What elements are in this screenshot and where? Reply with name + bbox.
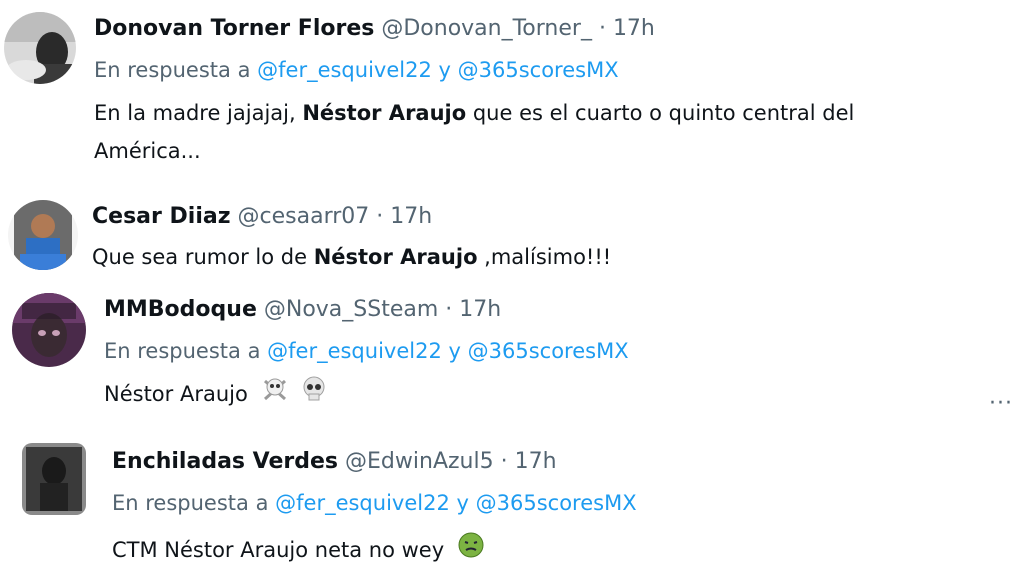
nauseated-face-icon (457, 531, 485, 571)
avatar[interactable] (8, 200, 78, 270)
tweet-text: Que sea rumor lo de Néstor Araujo ,malís… (92, 238, 611, 276)
author-name[interactable]: Enchiladas Verdes (112, 449, 338, 474)
bold-text: Néstor Araujo (313, 245, 478, 269)
tweet-text: En la madre jajajaj, Néstor Araujo que e… (94, 94, 854, 132)
text-segment: CTM Néstor Araujo neta no wey (112, 538, 445, 562)
skull-icon (301, 376, 327, 414)
author-handle[interactable]: @cesaarr07 (238, 204, 370, 229)
tweet-header: Cesar Diiaz @cesaarr07 · 17h (92, 204, 432, 229)
reply-and: y (448, 339, 461, 363)
tweet-text: CTM Néstor Araujo neta no wey (112, 531, 485, 571)
author-name[interactable]: MMBodoque (104, 297, 257, 322)
reply-context: En respuesta a @fer_esquivel22 y @365sco… (104, 339, 629, 363)
reply-prefix: En respuesta a (112, 491, 269, 515)
tweet-header: Enchiladas Verdes @EdwinAzul5 · 17h (112, 449, 557, 474)
tweet-text-line2: América... (94, 139, 201, 163)
avatar-image (22, 443, 86, 515)
avatar[interactable] (12, 293, 86, 367)
mention-link[interactable]: @fer_esquivel22 (267, 339, 442, 363)
avatar[interactable] (22, 443, 86, 515)
reply-prefix: En respuesta a (104, 339, 261, 363)
mention-link[interactable]: @365scoresMX (468, 339, 629, 363)
reply-context: En respuesta a @fer_esquivel22 y @365sco… (94, 58, 619, 82)
avatar-image (12, 293, 86, 367)
mention-link[interactable]: @365scoresMX (476, 491, 637, 515)
tweet-header: Donovan Torner Flores @Donovan_Torner_ ·… (94, 16, 655, 41)
avatar[interactable] (4, 12, 76, 84)
author-handle[interactable]: @Nova_SSteam (264, 297, 438, 322)
text-segment: Néstor Araujo (104, 382, 248, 406)
author-handle[interactable]: @EdwinAzul5 (345, 449, 494, 474)
reply-and: y (438, 58, 451, 82)
avatar-image (4, 12, 76, 84)
author-name[interactable]: Donovan Torner Flores (94, 16, 374, 41)
mention-link[interactable]: @365scoresMX (458, 58, 619, 82)
author-handle[interactable]: @Donovan_Torner_ (381, 16, 592, 41)
tweet-donovan[interactable]: Donovan Torner Flores @Donovan_Torner_ ·… (0, 0, 1024, 180)
tweet-time[interactable]: · 17h (376, 204, 432, 229)
reply-prefix: En respuesta a (94, 58, 251, 82)
text-segment: que es el cuarto o quinto central del (466, 101, 855, 125)
reply-and: y (456, 491, 469, 515)
tweet-enchiladas[interactable]: Enchiladas Verdes @EdwinAzul5 · 17h En r… (0, 435, 1024, 572)
avatar-image (8, 200, 78, 270)
tweet-cesar[interactable]: Cesar Diiaz @cesaarr07 · 17h ··· Que sea… (0, 190, 1024, 416)
text-segment: Que sea rumor lo de (92, 245, 314, 269)
skull-and-crossbones-icon (261, 375, 289, 415)
tweet-mmbodoque[interactable]: MMBodoque @Nova_SSteam · 17h En respuest… (0, 285, 1024, 420)
tweet-time[interactable]: · 17h (599, 16, 655, 41)
mention-link[interactable]: @fer_esquivel22 (257, 58, 432, 82)
author-name[interactable]: Cesar Diiaz (92, 204, 231, 229)
text-segment: ,malísimo!!! (477, 245, 612, 269)
reply-context: En respuesta a @fer_esquivel22 y @365sco… (112, 491, 637, 515)
tweet-time[interactable]: · 17h (501, 449, 557, 474)
mention-link[interactable]: @fer_esquivel22 (275, 491, 450, 515)
tweet-time[interactable]: · 17h (445, 297, 501, 322)
tweet-header: MMBodoque @Nova_SSteam · 17h (104, 297, 501, 322)
bold-text: Néstor Araujo (302, 101, 467, 125)
tweet-text: Néstor Araujo (104, 375, 327, 415)
text-segment: En la madre jajajaj, (94, 101, 303, 125)
